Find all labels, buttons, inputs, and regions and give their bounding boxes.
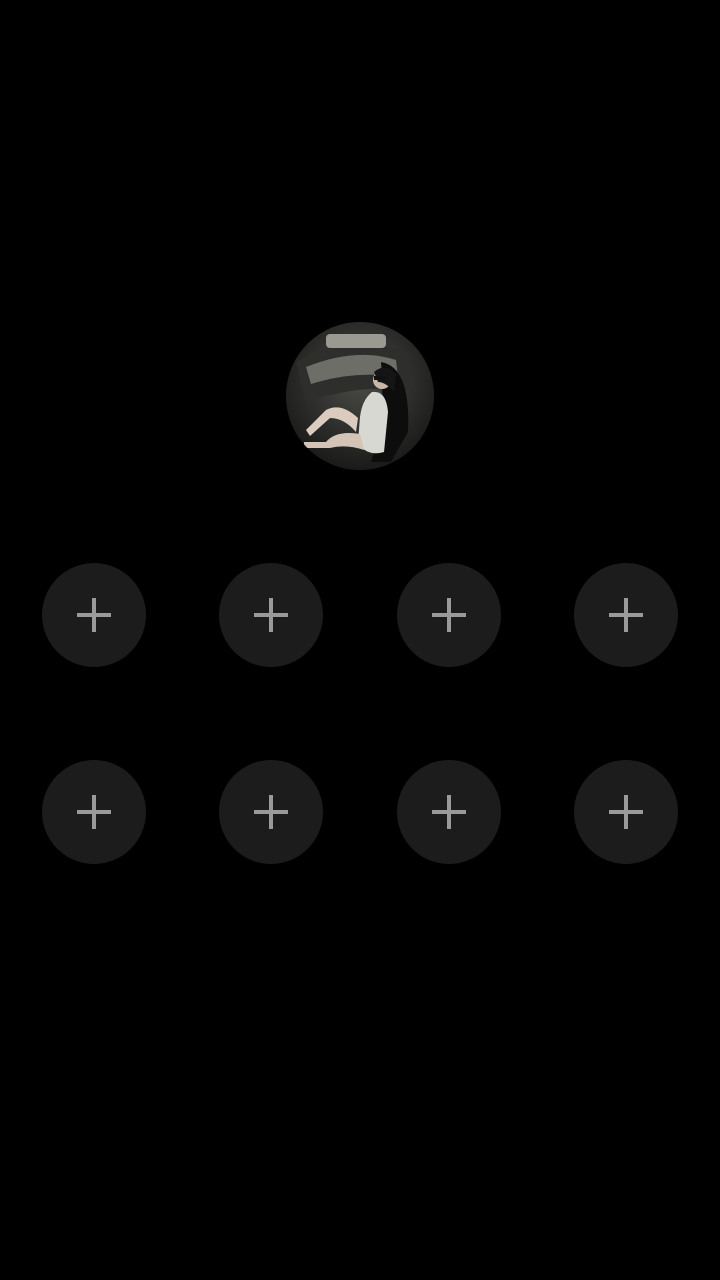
- plus-icon: [609, 598, 643, 632]
- plus-icon: [254, 598, 288, 632]
- add-slot-2[interactable]: [219, 563, 323, 667]
- add-slot-6[interactable]: [219, 760, 323, 864]
- profile-avatar[interactable]: [286, 322, 434, 470]
- screen: [0, 0, 720, 1280]
- plus-icon: [432, 795, 466, 829]
- plus-icon: [254, 795, 288, 829]
- add-slot-3[interactable]: [397, 563, 501, 667]
- add-slot-8[interactable]: [574, 760, 678, 864]
- add-slot-1[interactable]: [42, 563, 146, 667]
- plus-icon: [609, 795, 643, 829]
- plus-icon: [77, 598, 111, 632]
- avatar-photo-icon: [286, 322, 434, 470]
- plus-icon: [432, 598, 466, 632]
- add-slot-5[interactable]: [42, 760, 146, 864]
- add-slot-4[interactable]: [574, 563, 678, 667]
- plus-icon: [77, 795, 111, 829]
- add-slot-7[interactable]: [397, 760, 501, 864]
